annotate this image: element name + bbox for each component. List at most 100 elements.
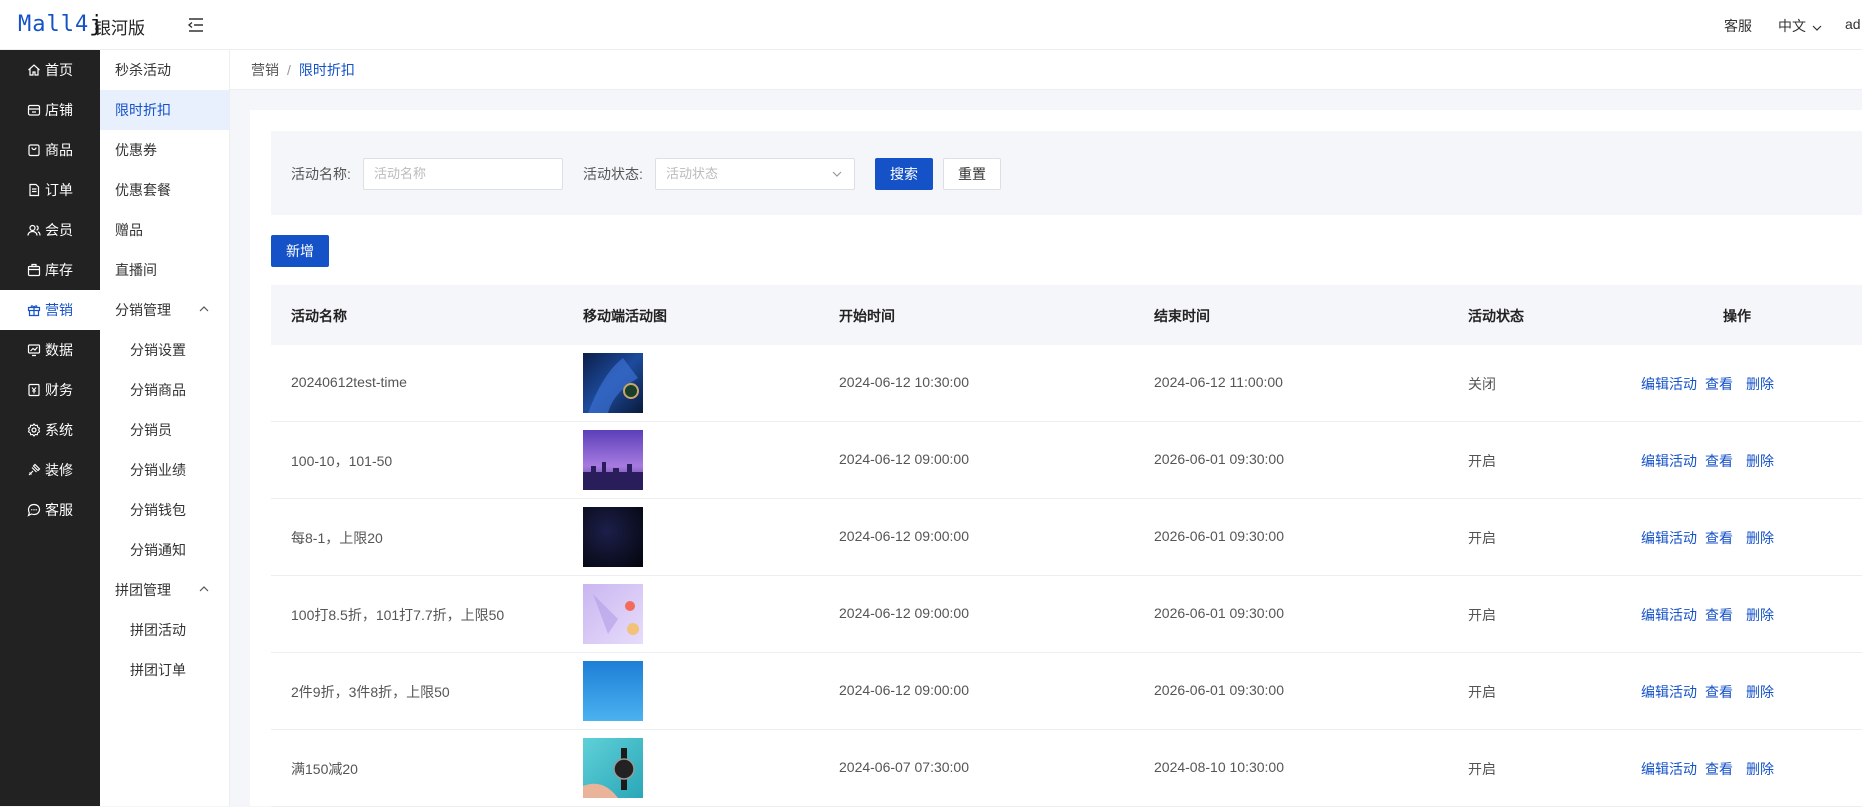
submenu-item-distributors[interactable]: 分销员 bbox=[100, 410, 229, 450]
end-time: 2026-06-01 09:30:00 bbox=[1154, 528, 1284, 544]
sidebar-item-inventory[interactable]: 库存 bbox=[0, 250, 100, 290]
view-link[interactable]: 查看 bbox=[1705, 605, 1733, 625]
view-link[interactable]: 查看 bbox=[1705, 528, 1733, 548]
submenu-item-distribution-notice[interactable]: 分销通知 bbox=[100, 530, 229, 570]
table-row: 20240612test-time 2024-06-12 10:30:00 20… bbox=[271, 345, 1862, 422]
chat-icon bbox=[27, 503, 41, 517]
activity-name: 每8-1，上限20 bbox=[291, 530, 383, 546]
activity-table: 活动名称 移动端活动图 开始时间 结束时间 活动状态 操作 20240612te… bbox=[271, 285, 1862, 807]
chevron-down-icon bbox=[1812, 25, 1822, 31]
column-header-status: 活动状态 bbox=[1468, 308, 1524, 324]
submenu-item-gifts[interactable]: 赠品 bbox=[100, 210, 229, 250]
activity-image bbox=[583, 661, 643, 721]
gear-icon bbox=[27, 423, 41, 437]
end-time: 2026-06-01 09:30:00 bbox=[1154, 682, 1284, 698]
gift-icon bbox=[27, 305, 41, 317]
edit-activity-link[interactable]: 编辑活动 bbox=[1641, 759, 1697, 779]
sidebar-item-decoration[interactable]: 装修 bbox=[0, 450, 100, 490]
sidebar-item-system[interactable]: 系统 bbox=[0, 410, 100, 450]
end-time: 2026-06-01 09:30:00 bbox=[1154, 451, 1284, 467]
delete-link[interactable]: 删除 bbox=[1746, 682, 1774, 702]
delete-link[interactable]: 删除 bbox=[1746, 451, 1774, 471]
activity-image bbox=[583, 507, 643, 567]
chart-icon bbox=[27, 344, 41, 357]
sidebar-item-home[interactable]: 首页 bbox=[0, 50, 100, 90]
box-icon bbox=[27, 263, 41, 277]
view-link[interactable]: 查看 bbox=[1705, 374, 1733, 394]
table-row: 满150减20 2024-06-07 07:30:00 2024-08-10 1… bbox=[271, 730, 1862, 807]
logo[interactable]: Mall4j bbox=[18, 12, 103, 37]
activity-image bbox=[583, 353, 643, 413]
reset-button[interactable]: 重置 bbox=[943, 158, 1001, 190]
view-link[interactable]: 查看 bbox=[1705, 682, 1733, 702]
submenu-item-group-activities[interactable]: 拼团活动 bbox=[100, 610, 229, 650]
edit-activity-link[interactable]: 编辑活动 bbox=[1641, 528, 1697, 548]
search-button[interactable]: 搜索 bbox=[875, 158, 933, 190]
submenu-item-group-orders[interactable]: 拼团订单 bbox=[100, 650, 229, 690]
user-name[interactable]: ad bbox=[1845, 16, 1861, 32]
delete-link[interactable]: 删除 bbox=[1746, 528, 1774, 548]
top-bar: Mall4j 银河版 客服 中文 ad bbox=[0, 0, 1862, 50]
sidebar-item-service[interactable]: 客服 bbox=[0, 490, 100, 530]
start-time: 2024-06-12 09:00:00 bbox=[839, 528, 969, 544]
sidebar-item-members[interactable]: 会员 bbox=[0, 210, 100, 250]
sidebar-item-data[interactable]: 数据 bbox=[0, 330, 100, 370]
submenu-group-distribution[interactable]: 分销管理 bbox=[100, 290, 229, 330]
submenu-item-distribution-products[interactable]: 分销商品 bbox=[100, 370, 229, 410]
activity-status-select[interactable]: 活动状态 bbox=[655, 158, 855, 190]
secondary-sidebar: 秒杀活动 限时折扣 优惠券 优惠套餐 赠品 直播间 分销管理 分销设置 分销商品… bbox=[100, 50, 230, 806]
edit-activity-link[interactable]: 编辑活动 bbox=[1641, 451, 1697, 471]
activity-image bbox=[583, 430, 643, 490]
breadcrumb-separator: / bbox=[287, 62, 291, 78]
activity-name-input[interactable]: 活动名称 bbox=[363, 158, 563, 190]
activity-name: 100-10，101-50 bbox=[291, 453, 393, 469]
activity-name: 满150减20 bbox=[291, 761, 358, 777]
submenu-item-distribution-wallet[interactable]: 分销钱包 bbox=[100, 490, 229, 530]
bag-icon bbox=[28, 144, 40, 157]
submenu-item-limited-discount[interactable]: 限时折扣 bbox=[100, 90, 229, 130]
submenu-item-distribution-settings[interactable]: 分销设置 bbox=[100, 330, 229, 370]
chevron-down-icon bbox=[832, 171, 842, 177]
chevron-up-icon bbox=[199, 306, 209, 312]
activity-name: 2件9折，3件8折，上限50 bbox=[291, 684, 450, 700]
edit-activity-link[interactable]: 编辑活动 bbox=[1641, 605, 1697, 625]
column-header-actions: 操作 bbox=[1723, 308, 1751, 324]
submenu-item-live-room[interactable]: 直播间 bbox=[100, 250, 229, 290]
view-link[interactable]: 查看 bbox=[1705, 451, 1733, 471]
sidebar-item-orders[interactable]: 订单 bbox=[0, 170, 100, 210]
submenu-item-bundles[interactable]: 优惠套餐 bbox=[100, 170, 229, 210]
main-panel: 活动名称: 活动名称 活动状态: 活动状态 搜索 重置 新增 活动名称 移动端活… bbox=[250, 110, 1862, 807]
language-select[interactable]: 中文 bbox=[1778, 16, 1822, 36]
end-time: 2026-06-01 09:30:00 bbox=[1154, 605, 1284, 621]
sidebar-item-finance[interactable]: 财务 bbox=[0, 370, 100, 410]
column-header-start-time: 开始时间 bbox=[839, 308, 895, 324]
breadcrumb-parent[interactable]: 营销 bbox=[251, 62, 279, 78]
table-row: 100-10，101-50 2024-06-12 09:00:00 2026-0… bbox=[271, 422, 1862, 499]
submenu-group-group-buy[interactable]: 拼团管理 bbox=[100, 570, 229, 610]
delete-link[interactable]: 删除 bbox=[1746, 759, 1774, 779]
activity-status: 开启 bbox=[1468, 530, 1496, 546]
start-time: 2024-06-12 09:00:00 bbox=[839, 605, 969, 621]
edit-activity-link[interactable]: 编辑活动 bbox=[1641, 682, 1697, 702]
order-icon bbox=[29, 183, 40, 197]
add-button[interactable]: 新增 bbox=[271, 235, 329, 267]
breadcrumb-current: 限时折扣 bbox=[298, 62, 355, 78]
delete-link[interactable]: 删除 bbox=[1746, 605, 1774, 625]
submenu-item-coupons[interactable]: 优惠券 bbox=[100, 130, 229, 170]
menu-fold-icon[interactable] bbox=[187, 16, 205, 34]
submenu-item-distribution-performance[interactable]: 分销业绩 bbox=[100, 450, 229, 490]
submenu-item-flash-sale[interactable]: 秒杀活动 bbox=[100, 50, 229, 90]
edit-activity-link[interactable]: 编辑活动 bbox=[1641, 374, 1697, 394]
delete-link[interactable]: 删除 bbox=[1746, 374, 1774, 394]
activity-status: 开启 bbox=[1468, 607, 1496, 623]
sidebar-item-products[interactable]: 商品 bbox=[0, 130, 100, 170]
chevron-up-icon bbox=[199, 586, 209, 592]
customer-service-link[interactable]: 客服 bbox=[1724, 16, 1752, 36]
start-time: 2024-06-07 07:30:00 bbox=[839, 759, 969, 775]
activity-status: 开启 bbox=[1468, 453, 1496, 469]
sidebar-item-shop[interactable]: 店铺 bbox=[0, 90, 100, 130]
end-time: 2024-06-12 11:00:00 bbox=[1154, 374, 1283, 390]
sidebar-item-marketing[interactable]: 营销 bbox=[0, 290, 100, 330]
view-link[interactable]: 查看 bbox=[1705, 759, 1733, 779]
primary-sidebar: 首页 店铺 商品 订单 会员 库存 营销 数据 财务 系统 装修 客服 bbox=[0, 50, 100, 806]
